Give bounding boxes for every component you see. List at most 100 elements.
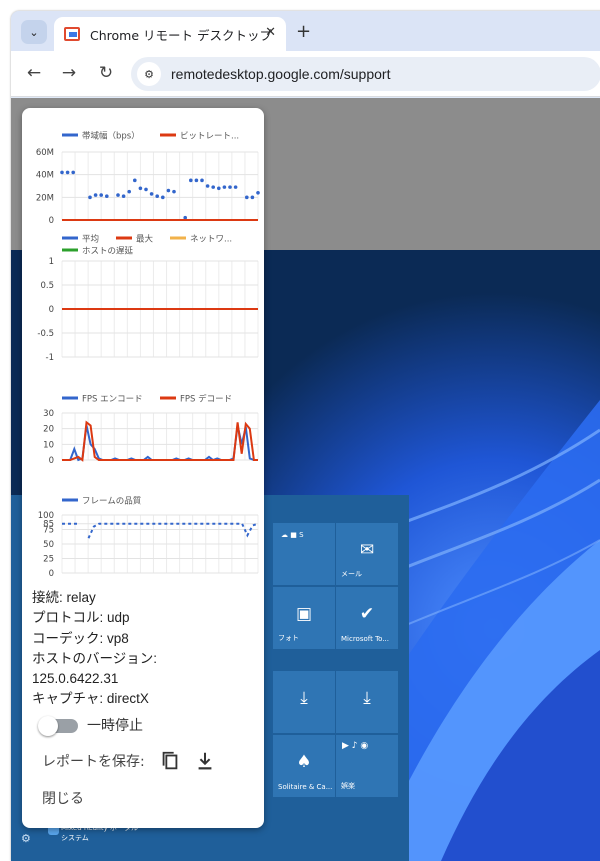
cards-icon: ♠ [296, 752, 312, 772]
download-icon: ⤓ [363, 688, 371, 708]
mail-tile[interactable]: ✉ メール [336, 523, 398, 585]
data-point [161, 195, 165, 200]
url-text: remotedesktop.google.com/support [171, 66, 391, 82]
connection-type: 接続: relay [32, 590, 96, 605]
toolbar: ← → ↻ ⚙ remotedesktop.google.com/support [11, 51, 600, 97]
y-tick-label: 20M [36, 193, 54, 203]
data-point [93, 193, 98, 197]
data-point [127, 189, 131, 194]
series-line [62, 420, 258, 462]
data-point [65, 170, 70, 175]
data-point [155, 194, 159, 198]
data-point [149, 192, 154, 196]
data-point [88, 195, 92, 200]
tile-label: 娯楽 [341, 782, 355, 790]
new-tab-button[interactable]: + [296, 21, 311, 42]
data-point [105, 194, 109, 198]
photos-icon: ▣ [295, 604, 313, 624]
host-version: 125.0.6422.31 [32, 671, 119, 687]
download-icon[interactable] [194, 750, 216, 772]
copy-icon[interactable] [159, 750, 181, 772]
connection-stats-panel: 帯域幅（bps） ビットレート... 60M 40M 20M 0 平均 最大 ネットワ... ホ… [22, 108, 264, 828]
y-tick-label: 0.5 [40, 281, 54, 291]
mail-icon: ✉ [359, 540, 375, 560]
entertainment-icon: ▶ ♪ ◉ [342, 741, 369, 751]
tab-search-button[interactable]: ⌄ [21, 20, 47, 44]
data-point [71, 170, 75, 175]
page-content: ☁ ■ S ✉ メール ▣ フォト ✔ Microsoft To... ⤓ ⤓ … [11, 98, 600, 861]
data-point [211, 185, 215, 189]
chart-svg: フレームの品質100857550250 [38, 496, 259, 579]
chart-svg: FPS エンコード FPS デコード 30 20 10 0 [43, 394, 259, 466]
photos-tile[interactable]: ▣ フォト [273, 587, 335, 649]
pause-toggle[interactable] [38, 716, 78, 736]
codec: コーデック: vp8 [32, 630, 129, 646]
y-tick-label: 60M [36, 148, 54, 158]
reload-icon[interactable]: ↻ [95, 63, 117, 83]
data-point [172, 189, 176, 194]
tile-label: Solitaire & Ca... [278, 783, 333, 791]
entertainment-tile[interactable]: ▶ ♪ ◉ 娯楽 [336, 735, 398, 797]
legend-label: 帯域幅（bps） [82, 131, 140, 142]
todo-icon: ✔ [359, 604, 375, 624]
y-tick-label: 40M [36, 171, 54, 181]
data-point [205, 184, 210, 188]
office-group-tile[interactable]: ☁ ■ S [273, 523, 335, 585]
chevron-down-icon: ⌄ [29, 25, 39, 39]
data-point [133, 178, 137, 183]
save-report-label: レポートを保存: [42, 754, 145, 770]
download-icon: ⤓ [300, 688, 308, 708]
bandwidth-chart: 帯域幅（bps） ビットレート... 60M 40M 20M 0 [26, 128, 262, 228]
data-point [189, 178, 193, 183]
close-button[interactable]: 閉じる [42, 788, 84, 808]
protocol: プロトコル: udp [32, 610, 130, 626]
data-point [183, 215, 187, 220]
data-point [217, 186, 221, 191]
data-point [233, 185, 238, 189]
y-tick-label: 0 [49, 456, 54, 466]
active-tab[interactable]: Chrome リモート デスクトップ ✕ [54, 17, 286, 51]
download-tile-1[interactable]: ⤓ [273, 671, 335, 733]
y-tick-label: 0 [49, 569, 54, 579]
fps-chart: FPS エンコード FPS デコード 30 20 10 0 [26, 391, 262, 486]
frame-quality-chart: フレームの品質 100 85 75 50 25 0 [26, 493, 262, 588]
gear-icon[interactable]: ⚙ [21, 832, 31, 845]
legend-label: フレームの品質 [82, 496, 142, 507]
data-point [138, 186, 143, 191]
tile-label: メール [341, 570, 362, 578]
y-tick-label: 0 [49, 305, 54, 315]
series-line [62, 522, 259, 539]
data-point [121, 194, 126, 198]
legend-label: ビットレート... [180, 132, 239, 142]
back-icon[interactable]: ← [23, 63, 45, 83]
y-tick-label: 75 [43, 526, 54, 536]
forward-icon[interactable]: → [58, 63, 80, 83]
download-tile-2[interactable]: ⤓ [336, 671, 398, 733]
tab-title: Chrome リモート デスクトップ [90, 27, 272, 43]
data-point [116, 193, 120, 197]
host-version-label: ホストのバージョン: [32, 650, 157, 666]
y-tick-label: 0 [49, 216, 54, 226]
close-tab-icon[interactable]: ✕ [265, 25, 276, 40]
tile-label: Microsoft To... [341, 635, 390, 643]
data-point [144, 187, 148, 192]
connection-info: 接続: relay プロトコル: udp コーデック: vp8 ホストのバージョ… [32, 588, 157, 710]
y-tick-label: 1 [49, 257, 54, 267]
data-point [228, 185, 232, 189]
todo-tile[interactable]: ✔ Microsoft To... [336, 587, 398, 649]
site-info-icon[interactable]: ⚙ [137, 62, 161, 86]
tile-label: フォト [278, 634, 299, 642]
data-point [200, 178, 204, 183]
address-bar[interactable]: ⚙ remotedesktop.google.com/support [131, 57, 600, 91]
legend-label: ホストの遅延 [82, 246, 134, 257]
chart-svg: 帯域幅（bps） ビットレート... 60M 40M 20M 0 [36, 131, 260, 226]
y-tick-label: -1 [46, 353, 54, 363]
legend-label: 平均 [82, 234, 99, 245]
legend-label: ネットワ... [190, 235, 232, 245]
solitaire-tile[interactable]: ♠ Solitaire & Ca... [273, 735, 335, 797]
y-tick-label: 50 [43, 540, 54, 550]
y-tick-label: 20 [43, 425, 54, 435]
remote-desktop-favicon-icon [64, 27, 80, 41]
data-point [256, 191, 260, 195]
browser-window: ⌄ Chrome リモート デスクトップ ✕ + ← → ↻ ⚙ remoted… [11, 11, 600, 861]
